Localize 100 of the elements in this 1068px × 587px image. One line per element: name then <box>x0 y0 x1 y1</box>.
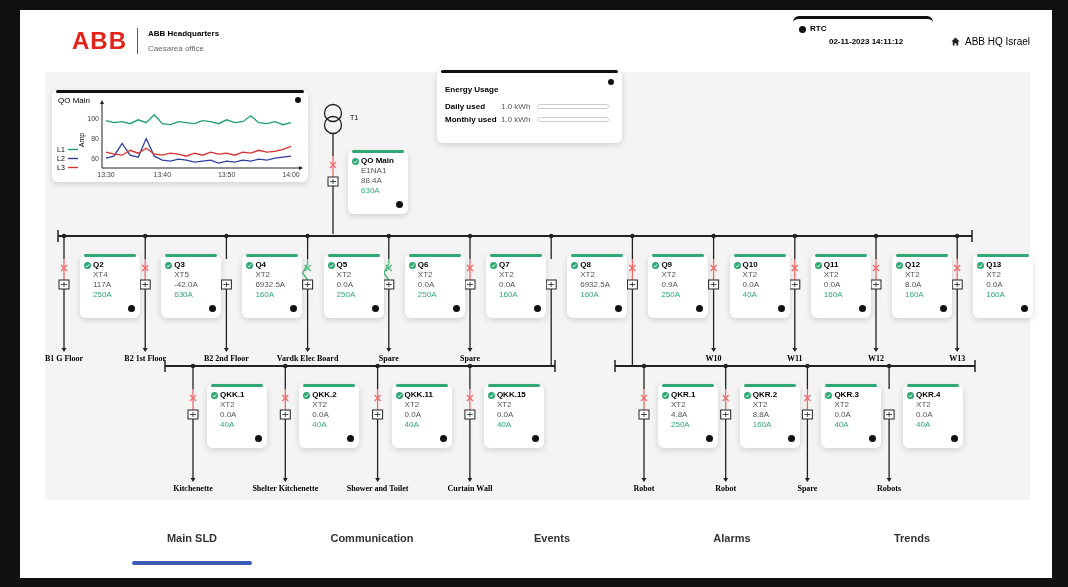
switch-icon[interactable] <box>372 409 384 420</box>
breaker-card[interactable]: Q10 XT2 0.0A 40A <box>729 254 790 318</box>
switch-icon[interactable] <box>789 279 801 290</box>
breaker-card[interactable]: Q4 XT2 6932.5A 160A <box>242 254 303 318</box>
breaker-rating: 40A <box>916 420 931 430</box>
feeder-arrow <box>467 288 473 352</box>
switch-icon[interactable] <box>383 279 395 290</box>
switch-icon[interactable] <box>870 279 882 290</box>
breaker-rating: 250A <box>671 420 690 430</box>
switch-icon[interactable] <box>327 176 339 187</box>
switch-icon[interactable] <box>279 409 291 420</box>
switch-icon[interactable] <box>220 279 232 290</box>
card-status-bar <box>303 384 356 387</box>
load-label: Spare <box>378 353 399 365</box>
breaker-icon[interactable] <box>383 258 393 281</box>
breaker-card[interactable]: Q7 XT2 0.0A 160A <box>486 254 546 318</box>
junction-icon <box>386 233 391 239</box>
switch-icon[interactable] <box>187 409 199 420</box>
switch-icon[interactable] <box>139 279 151 290</box>
breaker-card[interactable]: Q13 XT2 0.0A 160A <box>973 254 1034 318</box>
breaker-name: QKR.1 <box>671 390 696 400</box>
switch-icon[interactable] <box>545 279 557 290</box>
breaker-card[interactable]: QKK.1 XT2 0.0A 40A <box>207 384 267 448</box>
breaker-model: XT2 <box>834 400 850 410</box>
home-icon[interactable] <box>950 36 960 46</box>
site-name: ABB Headquarters <box>148 27 220 40</box>
breaker-model: XT2 <box>905 270 920 280</box>
nav-tab[interactable]: Main SLD <box>102 530 282 565</box>
breaker-card[interactable]: QKR.1 XT2 4.8A 250A <box>658 384 718 448</box>
card-status-bar <box>408 254 461 257</box>
switch-icon[interactable] <box>464 409 476 420</box>
check-icon <box>165 261 173 269</box>
switch-icon[interactable] <box>302 279 314 290</box>
card-status-bar <box>165 254 218 257</box>
breaker-card[interactable]: Q9 XT2 0.9A 250A <box>648 254 709 318</box>
breaker-model: XT2 <box>499 270 514 280</box>
switch-icon[interactable] <box>883 409 895 420</box>
breaker-model: XT5 <box>174 270 189 280</box>
load-label: Shelter Kitchenette <box>252 483 319 495</box>
nav-tab[interactable]: Communication <box>282 530 462 565</box>
breaker-card[interactable]: Q5 XT2 0.0A 250A <box>323 254 384 318</box>
load-label: Spare <box>460 353 480 365</box>
switch-icon[interactable] <box>58 279 70 290</box>
breaker-model: XT2 <box>336 270 352 280</box>
breaker-rating: 630A <box>174 290 193 300</box>
junction-icon <box>143 233 148 239</box>
check-icon <box>303 391 311 399</box>
breaker-card[interactable]: Q11 XT2 0.0A 160A <box>810 254 871 318</box>
breaker-current: -42.0A <box>174 280 198 290</box>
usage-reading: 1.0 kWh <box>501 113 532 126</box>
breaker-card[interactable]: QKK.2 XT2 0.0A 40A <box>299 384 360 448</box>
switch-icon[interactable] <box>720 409 732 420</box>
switch-icon[interactable] <box>638 409 650 420</box>
breaker-current: 0.0A <box>312 410 329 420</box>
check-icon <box>733 261 741 269</box>
feeder-arrow <box>886 418 892 482</box>
breaker-current: 0.0A <box>496 410 514 420</box>
breaker-current: 0.0A <box>404 410 422 420</box>
breaker-rating: 250A <box>417 290 437 300</box>
check-icon <box>327 261 335 269</box>
card-status-bar <box>246 254 299 257</box>
breaker-card[interactable]: QKR.4 XT2 0.0A 40A <box>903 384 964 448</box>
breaker-card[interactable]: Q12 XT2 8.0A 160A <box>892 254 952 318</box>
breaker-model: XT2 <box>661 270 677 280</box>
breaker-name: QKK.15 <box>496 390 526 400</box>
breaker-card[interactable]: QKK.11 XT2 0.0A 40A <box>391 384 452 448</box>
nav-tab[interactable]: Events <box>462 530 642 565</box>
switch-icon[interactable] <box>801 409 813 420</box>
switch-icon[interactable] <box>708 279 720 290</box>
breaker-card[interactable]: QKR.2 XT2 8.8A 160A <box>739 384 800 448</box>
breaker-card[interactable]: QKR.3 XT2 0.0A 40A <box>821 384 882 448</box>
breaker-card[interactable]: QKK.15 XT2 0.0A 40A <box>483 384 544 448</box>
breaker-current: 0.0A <box>916 410 933 420</box>
breaker-name: Q2 <box>93 260 104 270</box>
breaker-name: Q6 <box>417 260 429 270</box>
breaker-name: Q10 <box>742 260 758 270</box>
switch-icon[interactable] <box>951 279 963 290</box>
breaker-name: Q9 <box>661 260 673 270</box>
breaker-card[interactable]: Q2 XT4 117A 250A <box>80 254 140 318</box>
breaker-card[interactable]: Q8 XT2 6932.5A 160A <box>567 254 628 318</box>
card-status-bar <box>825 384 878 387</box>
breaker-card[interactable]: Q3 XT5 -42.0A 630A <box>161 254 222 318</box>
card-status-bar <box>211 384 263 387</box>
breaker-rating: 250A <box>661 290 681 300</box>
nav-tab[interactable]: Trends <box>822 530 1002 565</box>
switch-icon[interactable] <box>626 279 638 290</box>
breaker-icon[interactable] <box>301 258 312 281</box>
breaker-rating: 160A <box>986 290 1005 300</box>
breaker-name: QKR.3 <box>834 390 859 400</box>
breaker-rating: 40A <box>404 420 419 430</box>
junction-icon <box>723 363 728 369</box>
feeder-arrow <box>386 288 392 352</box>
check-icon <box>352 157 359 165</box>
card-title: Energy Usage <box>445 84 500 96</box>
breaker-card[interactable]: Q6 XT2 0.0A 250A <box>404 254 465 318</box>
breaker-card[interactable]: QO Main E1NA1 88.4A 630A <box>348 150 408 214</box>
breaker-name: QKR.2 <box>752 390 778 400</box>
switch-icon[interactable] <box>464 279 476 290</box>
breaker-model: XT2 <box>742 270 758 280</box>
nav-tab[interactable]: Alarms <box>642 530 822 565</box>
